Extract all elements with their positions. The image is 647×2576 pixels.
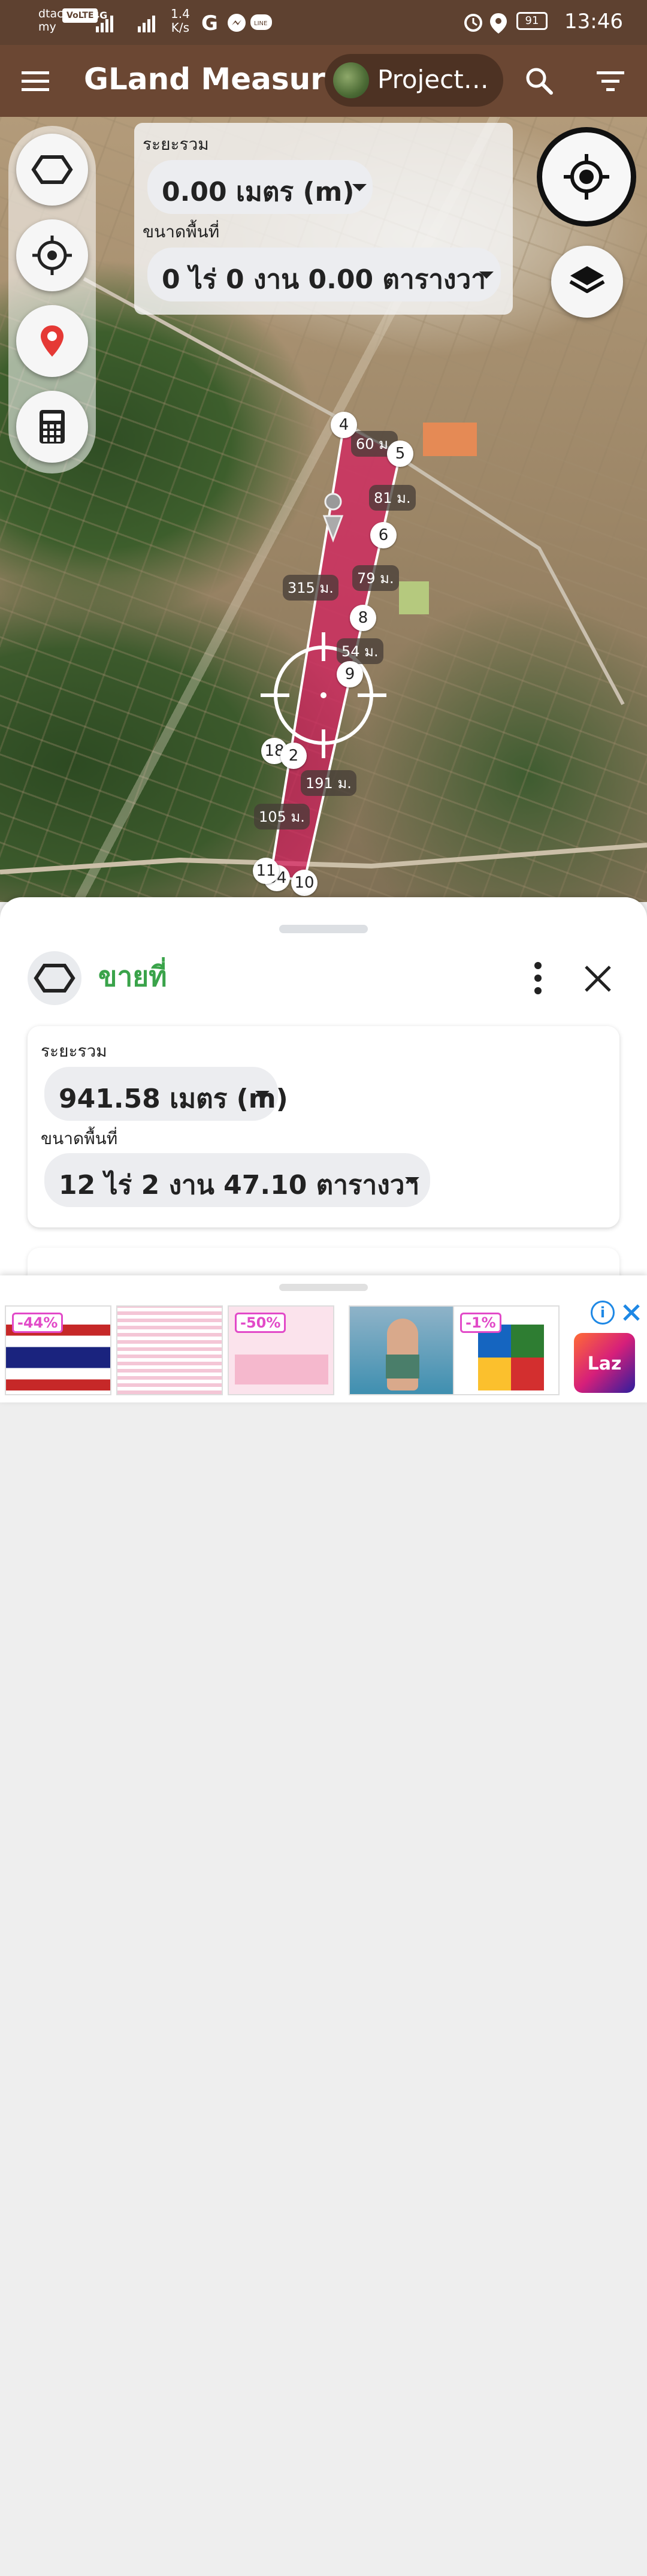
menu-icon <box>22 71 49 91</box>
area-label: ขนาดพื้นที่ <box>143 222 220 242</box>
pin-tool-button[interactable] <box>16 305 88 377</box>
segment-distance: 54 ม. <box>337 638 383 664</box>
ad-product-swimsuit[interactable] <box>349 1305 455 1395</box>
discount-tag: -1% <box>460 1313 501 1333</box>
project-chip[interactable]: Project… <box>325 54 503 107</box>
area-unit-dropdown[interactable]: 12 ไร่ 2 งาน 47.10 ตารางวา <box>44 1153 430 1207</box>
close-icon <box>585 966 611 992</box>
live-measure-panel: ระยะรวม 0.00 เมตร (m) ขนาดพื้นที่ 0 ไร่ … <box>134 123 513 315</box>
ad-banner[interactable]: -44% -50% -1% i Laz <box>0 1275 647 1402</box>
carrier-sub: my <box>38 20 56 34</box>
network-speed: 1.4 K/s <box>171 7 190 35</box>
calculator-icon <box>40 410 65 444</box>
carrier-info: dtac my <box>38 7 64 34</box>
polygon-vertex[interactable]: 8 <box>350 605 376 631</box>
battery-indicator: 91 <box>516 12 548 30</box>
polygon-tool-button[interactable] <box>16 134 88 206</box>
orange-roof <box>423 423 477 456</box>
lazada-brand-text: Laz <box>587 1353 622 1374</box>
polygon-vertex[interactable]: 11 <box>253 858 279 884</box>
distance-label: ระยะรวม <box>41 1041 107 1061</box>
crosshair-icon <box>32 236 72 275</box>
carrier-name: dtac <box>38 7 64 20</box>
more-options-button[interactable] <box>521 957 555 999</box>
filter-button[interactable] <box>593 63 629 99</box>
ad-info-icon[interactable]: i <box>591 1301 615 1325</box>
speed-unit: K/s <box>171 20 190 35</box>
tool-rail <box>8 126 96 473</box>
area-label: ขนาดพื้นที่ <box>41 1129 118 1148</box>
chevron-down-icon <box>352 184 367 191</box>
search-icon <box>526 68 553 95</box>
menu-button[interactable] <box>18 63 54 99</box>
app-title: GLand Measure <box>84 62 346 96</box>
ad-choices-icons[interactable] <box>591 2552 645 2576</box>
project-name: Project… <box>377 65 489 94</box>
filter-icon <box>597 71 624 91</box>
my-location-icon <box>564 154 609 200</box>
ad-handle <box>279 1284 368 1291</box>
polygon-vertex[interactable]: 10 <box>291 870 318 896</box>
measurement-name[interactable]: ขายที่ <box>98 955 167 999</box>
alarm-location-icons <box>464 13 507 34</box>
distance-label: ระยะรวม <box>143 134 209 154</box>
ad-close-icon[interactable] <box>621 1302 642 1323</box>
sheet-drag-handle[interactable] <box>279 925 368 933</box>
polygon-icon <box>31 155 73 184</box>
distance-value: 0.00 เมตร (m) <box>162 177 355 207</box>
polygon-icon <box>34 964 75 993</box>
chevron-down-icon <box>479 272 494 279</box>
measurement-result-card: ระยะรวม 941.58 เมตร (m) ขนาดพื้นที่ 12 ไ… <box>28 1026 619 1227</box>
bottom-sheet: ขายที่ ระยะรวม 941.58 เมตร (m) ขนาดพื้นท… <box>0 897 647 1296</box>
polygon-vertex[interactable]: 6 <box>370 522 397 548</box>
total-distance-value: 941.58 เมตร (m) <box>59 1084 288 1114</box>
status-bar: dtac my VoLTE 4G 1.4 K/s G LINE 91 13:46 <box>0 0 647 45</box>
svg-text:G: G <box>201 12 218 34</box>
layers-button[interactable] <box>551 246 623 318</box>
area-unit-dropdown[interactable]: 0 ไร่ 0 งาน 0.00 ตารางวา <box>147 248 501 301</box>
polygon-vertex[interactable]: 2 <box>280 743 307 769</box>
segment-distance: 191 ม. <box>301 770 356 796</box>
more-vertical-icon <box>534 962 542 994</box>
project-thumbnail <box>333 62 369 98</box>
my-location-button[interactable] <box>537 127 636 227</box>
lazada-logo[interactable]: Laz <box>574 1333 635 1393</box>
segment-distance: 79 ม. <box>352 565 399 591</box>
discount-tag: -44% <box>12 1313 64 1333</box>
notification-icons: G LINE <box>201 12 272 34</box>
ad-product-thai-flag[interactable]: -44% <box>5 1305 111 1395</box>
distance-unit-dropdown[interactable]: 0.00 เมตร (m) <box>147 160 373 214</box>
segment-distance: 81 ม. <box>369 485 416 511</box>
search-button[interactable] <box>521 63 557 99</box>
clock: 13:46 <box>564 10 623 34</box>
svg-text:LINE: LINE <box>254 20 267 27</box>
ad-product-chart[interactable] <box>116 1305 223 1395</box>
polygon-vertex[interactable]: 5 <box>387 441 413 467</box>
chevron-down-icon <box>255 1091 270 1098</box>
pin-icon <box>41 325 64 357</box>
drag-marker[interactable] <box>324 493 342 511</box>
close-button[interactable] <box>579 960 617 998</box>
segment-distance: 105 ม. <box>254 804 310 829</box>
ad-product-rubik-cube[interactable]: -1% <box>453 1305 560 1395</box>
discount-tag: -50% <box>235 1313 286 1333</box>
speed-value: 1.4 <box>171 7 190 21</box>
polygon-vertex[interactable]: 4 <box>331 412 357 438</box>
area-value: 0 ไร่ 0 งาน 0.00 ตารางวา <box>162 264 486 295</box>
distance-unit-dropdown[interactable]: 941.58 เมตร (m) <box>44 1067 288 1121</box>
shape-type-badge <box>28 951 81 1005</box>
green-field <box>399 581 429 614</box>
segment-distance: 315 ม. <box>283 575 338 601</box>
road-line <box>0 843 647 874</box>
polygon-vertex[interactable]: 9 <box>337 661 363 687</box>
calculator-tool-button[interactable] <box>16 391 88 463</box>
signal-icon <box>96 16 155 32</box>
total-area-value: 12 ไร่ 2 งาน 47.10 ตารางวา <box>59 1170 420 1200</box>
chevron-down-icon <box>405 1177 419 1184</box>
layers-icon <box>569 266 605 293</box>
ad-product-pink[interactable]: -50% <box>228 1305 334 1395</box>
crosshair-tool-button[interactable] <box>16 219 88 291</box>
app-bar: GLand Measure <box>0 45 647 117</box>
